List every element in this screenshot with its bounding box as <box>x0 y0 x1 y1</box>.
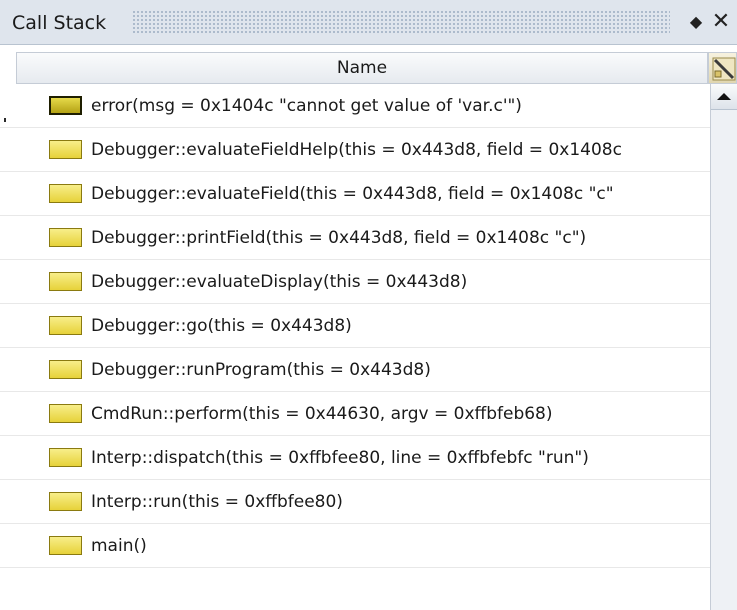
current-frame-icon <box>49 96 82 115</box>
stack-frame-row[interactable]: Debugger::evaluateFieldHelp(this = 0x443… <box>0 128 710 172</box>
table-header: Name <box>0 52 737 84</box>
stack-frame-icon <box>49 536 82 555</box>
call-stack-panel: Call Stack ◆ ✕ Name error(msg = 0x1404c … <box>0 0 737 610</box>
stack-frame-label: Interp::dispatch(this = 0xffbfee80, line… <box>91 448 589 468</box>
close-icon[interactable]: ✕ <box>708 10 734 34</box>
arrow-up-icon <box>717 93 731 100</box>
title-bar[interactable]: Call Stack ◆ ✕ <box>0 0 737 45</box>
stack-frame-row[interactable]: Interp::run(this = 0xffbfee80) <box>0 480 710 524</box>
stack-frame-row[interactable]: Debugger::runProgram(this = 0x443d8) <box>0 348 710 392</box>
stack-frame-label: error(msg = 0x1404c "cannot get value of… <box>91 96 522 116</box>
stack-frame-icon <box>49 404 82 423</box>
stack-frame-label: Debugger::runProgram(this = 0x443d8) <box>91 360 431 380</box>
vertical-scrollbar[interactable] <box>710 84 737 610</box>
column-config-icon[interactable] <box>708 52 737 84</box>
stack-frame-icon <box>49 228 82 247</box>
stack-frame-label: Debugger::go(this = 0x443d8) <box>91 316 352 336</box>
column-header-name[interactable]: Name <box>16 52 708 84</box>
stack-frame-row[interactable]: main() <box>0 524 710 568</box>
stack-frame-label: Interp::run(this = 0xffbfee80) <box>91 492 343 512</box>
stack-frame-row[interactable]: Debugger::printField(this = 0x443d8, fie… <box>0 216 710 260</box>
options-menu-icon[interactable]: ◆ <box>686 12 706 32</box>
panel-title: Call Stack <box>12 12 107 34</box>
stack-frame-icon <box>49 316 82 335</box>
stack-frame-icon <box>49 492 82 511</box>
stack-frame-row[interactable]: Interp::dispatch(this = 0xffbfee80, line… <box>0 436 710 480</box>
stack-frame-row[interactable]: CmdRun::perform(this = 0x44630, argv = 0… <box>0 392 710 436</box>
stack-frame-row[interactable]: error(msg = 0x1404c "cannot get value of… <box>0 84 710 128</box>
stack-frame-label: Debugger::evaluateField(this = 0x443d8, … <box>91 184 614 204</box>
stack-frame-list: error(msg = 0x1404c "cannot get value of… <box>0 84 710 610</box>
scroll-up-button[interactable] <box>711 84 737 110</box>
stack-frame-icon <box>49 360 82 379</box>
stack-frame-label: CmdRun::perform(this = 0x44630, argv = 0… <box>91 404 553 424</box>
drag-grip[interactable] <box>132 10 670 34</box>
stack-frame-icon <box>49 272 82 291</box>
stack-frame-label: main() <box>91 536 147 556</box>
stack-frame-icon <box>49 140 82 159</box>
stack-frame-row[interactable]: Debugger::evaluateDisplay(this = 0x443d8… <box>0 260 710 304</box>
stack-frame-icon <box>49 448 82 467</box>
stack-frame-label: Debugger::printField(this = 0x443d8, fie… <box>91 228 587 248</box>
stack-frame-icon <box>49 184 82 203</box>
stack-frame-label: Debugger::evaluateDisplay(this = 0x443d8… <box>91 272 468 292</box>
stack-frame-row[interactable]: Debugger::go(this = 0x443d8) <box>0 304 710 348</box>
stack-frame-row[interactable]: Debugger::evaluateField(this = 0x443d8, … <box>0 172 710 216</box>
stack-frame-label: Debugger::evaluateFieldHelp(this = 0x443… <box>91 140 622 160</box>
